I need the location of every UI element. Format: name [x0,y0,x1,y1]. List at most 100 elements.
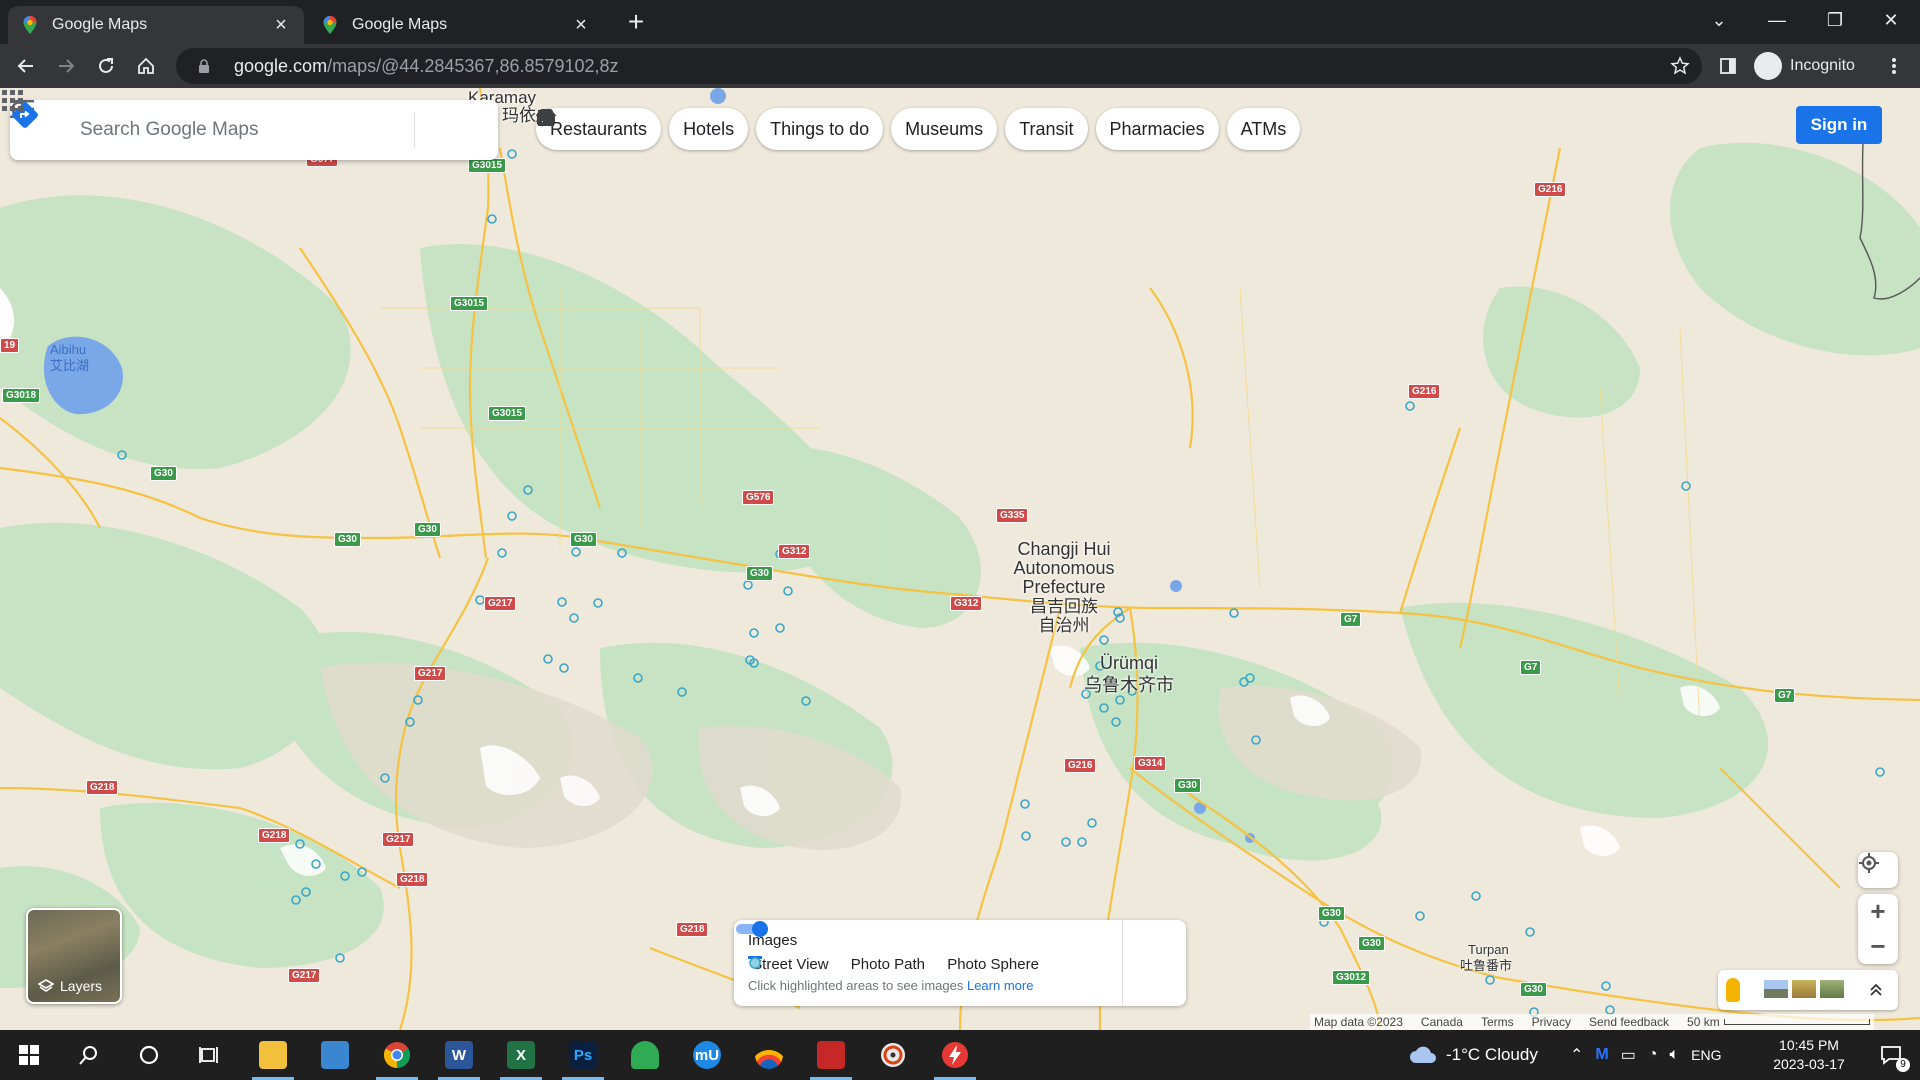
label-changji-zh2: 自治州 [1038,616,1090,635]
sign-in-button[interactable]: Sign in [1796,106,1882,144]
tab-search-chevron-icon[interactable]: ⌄ [1690,0,1748,40]
country-link[interactable]: Canada [1421,1015,1463,1029]
zoom-out-button[interactable]: − [1858,929,1898,964]
chip-atms[interactable]: ATM ATMs [536,108,1301,150]
chrome-app[interactable] [368,1030,426,1080]
word-icon: W [445,1041,473,1069]
reload-button[interactable] [90,50,122,82]
directions-button[interactable] [12,102,469,154]
street-view-thumbnail[interactable] [1792,980,1816,998]
start-button[interactable] [0,1030,58,1080]
tab-close-icon[interactable]: × [570,14,592,36]
wifi-icon[interactable]: ◔ [1648,1046,1658,1064]
chip-things-to-do[interactable]: Things to do [537,108,884,150]
tray-chevron-up-icon[interactable]: ⌃ [1570,1045,1583,1065]
divider [1122,920,1123,1006]
google-apps-icon[interactable] [0,88,26,114]
cortana-button[interactable] [120,1030,178,1080]
expand-up-chevron-icon[interactable] [1868,981,1884,997]
label-aibihu[interactable]: Aibihu [50,342,86,357]
label-urumqi[interactable]: Ürümqi [1100,654,1158,673]
incognito-indicator[interactable]: Incognito [1754,50,1855,82]
road-shield: G216 [1064,758,1097,773]
my-location-button[interactable] [1858,852,1898,888]
legend-photo-sphere: Photo Sphere [749,956,1039,973]
scale-bar[interactable]: 50 km [1687,1015,1870,1029]
tab-close-icon[interactable]: × [270,14,292,36]
search-input[interactable] [80,119,360,141]
chip-pharmacies[interactable]: Pharmacies [539,108,1219,150]
tray-m-app-icon[interactable]: M [1595,1046,1608,1064]
chip-hotels[interactable]: Hotels [537,108,749,150]
road-shield: G30 [1358,936,1385,951]
file-explorer-app[interactable] [244,1030,302,1080]
flash-app[interactable] [926,1030,984,1080]
legend-photo-path-label: Photo Path [850,956,926,973]
media-player-app[interactable] [864,1030,922,1080]
chip-museums[interactable]: Museums [536,108,998,150]
street-view-thumbnail[interactable] [1820,980,1844,998]
red-game-app[interactable] [802,1030,860,1080]
road-shield: G218 [396,872,429,887]
notifications-button[interactable]: 9 [1862,1030,1920,1080]
task-view-icon [199,1047,218,1063]
photoshop-app[interactable]: Ps [554,1030,612,1080]
label-karamay-zh[interactable]: 玛依 [502,106,536,125]
forward-arrow-icon [59,59,75,73]
privacy-link[interactable]: Privacy [1532,1015,1571,1029]
weather-widget[interactable]: -1°C Cloudy [1408,1030,1538,1080]
excel-app[interactable]: X [492,1030,550,1080]
home-icon [138,57,154,74]
label-changji-line2: Autonomous [1013,558,1115,578]
label-turpan-zh[interactable]: 吐鲁番市 [1460,956,1512,975]
notification-count-badge: 9 [1896,1058,1910,1072]
mu-app[interactable]: mU [678,1030,736,1080]
road-shield: G218 [676,922,709,937]
street-view-thumbnail[interactable] [1764,980,1788,998]
search-taskbar-button[interactable] [60,1030,118,1080]
volume-icon[interactable]: 🔈︎ [1670,1046,1680,1064]
learn-more-link[interactable]: Learn more [967,978,1033,993]
category-chips: Restaurants Hotels Things to do Museums … [536,108,1301,150]
excel-icon: X [507,1041,535,1069]
green-robot-app[interactable] [616,1030,674,1080]
language-indicator[interactable]: ENG [1691,1047,1721,1063]
home-button[interactable] [130,50,162,82]
address-bar[interactable]: google.com/maps/@44.2845367,86.8579102,8… [176,48,1702,84]
send-feedback-link[interactable]: Send feedback [1589,1015,1669,1029]
label-urumqi-zh[interactable]: 乌鲁木齐市 [1084,676,1174,695]
forward-button[interactable] [50,50,82,82]
side-panel-button[interactable] [1712,50,1744,82]
chip-transit[interactable]: Transit [539,108,1088,150]
road-shield: G312 [950,596,983,611]
tab-google-maps-1[interactable]: Google Maps × [8,6,304,44]
incognito-icon [1754,52,1782,80]
new-tab-button[interactable]: + [622,8,650,36]
control-panel-app[interactable] [306,1030,364,1080]
zoom-in-button[interactable]: + [1858,894,1898,929]
search-button[interactable] [11,101,408,154]
task-view-button[interactable] [180,1030,238,1080]
minimize-button[interactable]: — [1748,0,1806,40]
close-window-button[interactable]: ✕ [1862,0,1920,40]
road-shield: G312 [778,544,811,559]
chrome-menu-button[interactable] [1878,50,1910,82]
layers-button[interactable]: Layers [26,908,122,1004]
clock[interactable]: 10:45 PM 2023-03-17 [1762,1036,1856,1074]
rainbow-app[interactable] [740,1030,798,1080]
bookmark-star-button[interactable] [1664,50,1696,82]
battery-icon[interactable]: ▭ [1621,1045,1636,1065]
back-arrow-icon [17,59,33,73]
back-button[interactable] [10,50,42,82]
map-canvas[interactable]: Karamay 玛依 Aibihu 艾比湖 Changji Hui Autono… [0,88,1920,1030]
windows-taskbar: W X Ps mU -1°C Cloudy ⌃ M ▭ ◔ 🔈︎ ENG 10:… [0,1030,1920,1080]
terms-link[interactable]: Terms [1481,1015,1514,1029]
road-shield: G30 [1520,982,1547,997]
pegman-icon[interactable] [1726,978,1740,1002]
tab-google-maps-2[interactable]: Google Maps × [308,6,604,44]
label-changji[interactable]: Changji Hui Autonomous Prefecture 昌吉回族 自… [1004,540,1124,636]
word-app[interactable]: W [430,1030,488,1080]
images-toggle[interactable] [734,920,770,938]
label-aibihu-zh[interactable]: 艾比湖 [50,358,89,373]
restore-button[interactable]: ❐ [1806,0,1864,40]
